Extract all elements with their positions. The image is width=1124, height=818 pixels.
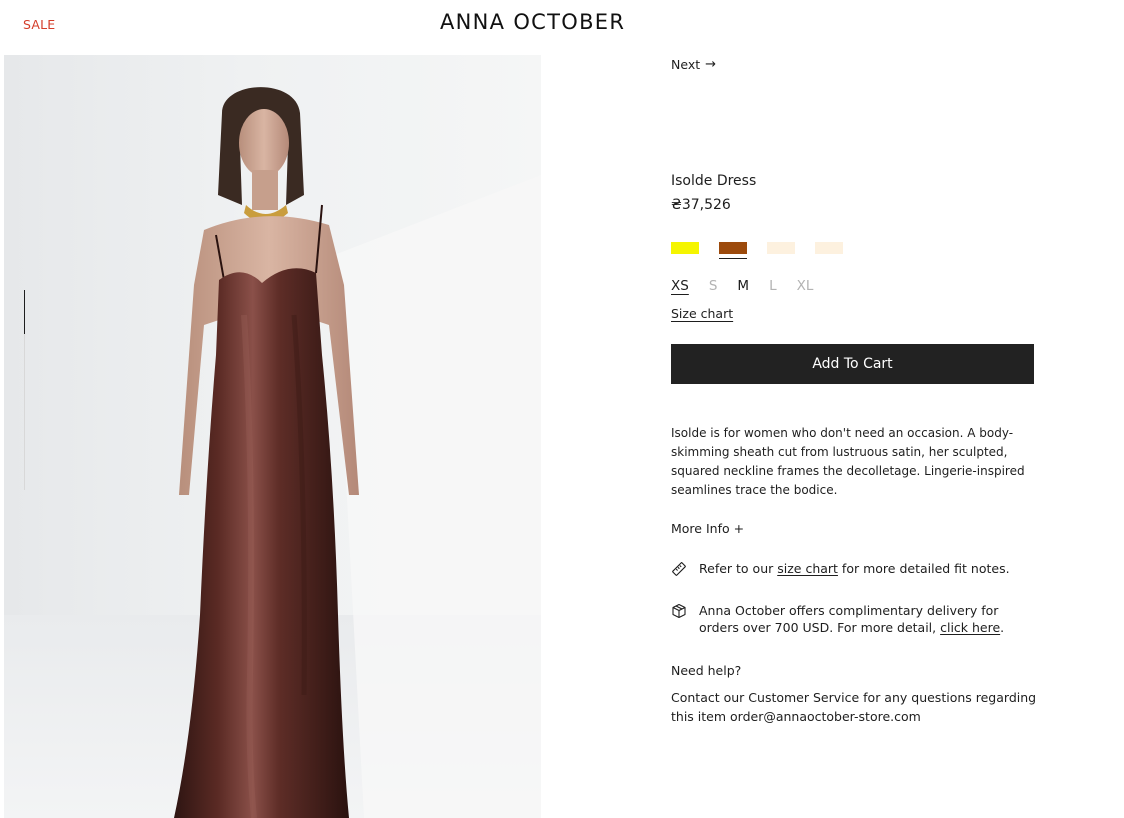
ruler-icon [672, 562, 686, 576]
next-label: Next [671, 57, 701, 72]
color-swatch-yellow[interactable] [671, 242, 699, 254]
size-chart-link[interactable]: Size chart [671, 306, 733, 321]
product-image[interactable] [4, 55, 541, 818]
product-price: ₴37,526 [671, 197, 731, 213]
gallery-scroll-thumb[interactable] [24, 290, 25, 334]
package-icon [672, 603, 686, 619]
sale-link[interactable]: SALE [23, 17, 55, 32]
delivery-details-link[interactable]: click here [940, 620, 1000, 635]
help-title: Need help? [671, 663, 742, 678]
fit-note: Refer to our size chart for more detaile… [671, 560, 1036, 577]
size-option-m[interactable]: M [737, 278, 749, 294]
delivery-note-text: Anna October offers complimentary delive… [699, 603, 1005, 635]
product-name: Isolde Dress [671, 173, 757, 189]
brand-logo[interactable]: ANNA OCTOBER [440, 10, 630, 34]
size-chart-inline-link[interactable]: size chart [777, 561, 838, 576]
arrow-right-icon: → [705, 57, 717, 72]
size-option-l[interactable]: L [769, 278, 777, 294]
size-option-s[interactable]: S [709, 278, 718, 294]
next-product-link[interactable]: Next → [671, 57, 716, 72]
size-option-xl[interactable]: XL [797, 278, 814, 294]
color-swatch-cream[interactable] [767, 242, 795, 254]
more-info-toggle[interactable]: More Info + [671, 521, 744, 536]
size-option-xs[interactable]: XS [671, 278, 689, 294]
site-header: SALE ANNA OCTOBER [0, 0, 1124, 48]
fit-note-text: Refer to our size chart for more detaile… [699, 561, 1010, 576]
product-description: Isolde is for women who don't need an oc… [671, 426, 1025, 497]
add-to-cart-button[interactable]: Add To Cart [671, 344, 1034, 384]
model-photo [4, 87, 541, 818]
color-swatch-brown[interactable] [719, 242, 747, 259]
delivery-note: Anna October offers complimentary delive… [671, 602, 1036, 636]
color-swatch-ivory[interactable] [815, 242, 843, 254]
help-text: Contact our Customer Service for any que… [671, 690, 1037, 724]
color-swatches [671, 242, 843, 259]
size-selector: XS S M L XL [671, 278, 813, 294]
